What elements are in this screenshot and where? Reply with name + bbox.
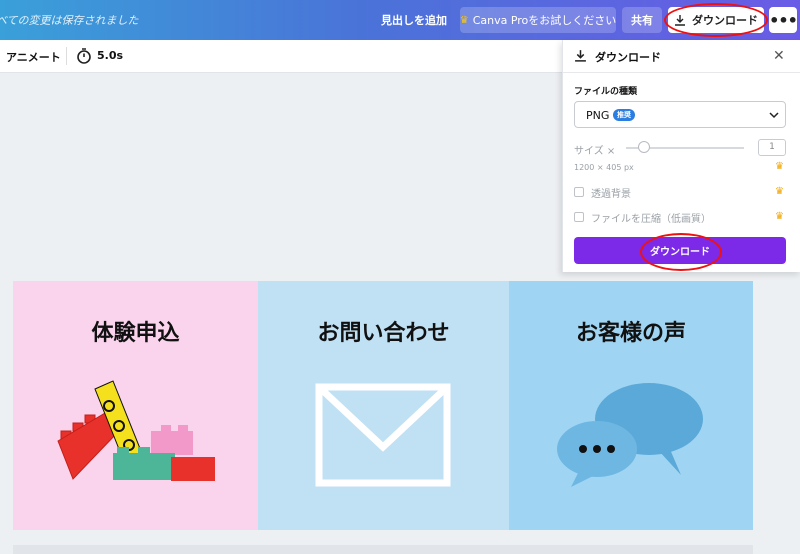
design-canvas[interactable]: 体験申込 お問い合わせ お客様の声 bbox=[13, 281, 753, 530]
chevron-down-icon bbox=[769, 112, 779, 119]
try-pro-label: Canva Proをお試しください bbox=[472, 14, 617, 27]
timer-icon[interactable] bbox=[76, 47, 92, 65]
more-options-button[interactable]: ••• bbox=[769, 7, 798, 33]
pro-crown-icon: ♛ bbox=[775, 161, 784, 172]
compress-option[interactable]: ファイルを圧縮（低画質） bbox=[574, 210, 711, 225]
transparent-bg-option[interactable]: 透過背景 bbox=[574, 185, 631, 200]
card-title: 体験申込 bbox=[91, 321, 180, 346]
pro-crown-icon: ♛ bbox=[775, 211, 784, 222]
download-panel: ダウンロード ✕ ファイルの種類 PNG 推奨 サイズ × 1 ♛ 1200 ×… bbox=[562, 40, 800, 272]
pro-crown-icon: ♛ bbox=[775, 186, 784, 197]
download-button[interactable]: ダウンロード bbox=[668, 7, 764, 33]
size-input[interactable]: 1 bbox=[758, 139, 786, 156]
file-type-value: PNG bbox=[586, 109, 610, 122]
recommended-badge: 推奨 bbox=[613, 109, 635, 121]
close-icon[interactable]: ✕ bbox=[773, 49, 785, 63]
envelope-icon bbox=[315, 383, 451, 487]
add-heading-button[interactable]: 見出しを追加 bbox=[378, 7, 450, 33]
card-contact[interactable]: お問い合わせ bbox=[258, 281, 509, 530]
try-pro-button[interactable]: ♛ Canva Proをお試しください bbox=[460, 7, 616, 33]
lego-blocks-illustration bbox=[57, 380, 215, 481]
download-icon bbox=[675, 15, 685, 26]
crown-icon: ♛ bbox=[459, 14, 469, 26]
transparent-bg-checkbox[interactable] bbox=[574, 187, 584, 197]
file-type-label: ファイルの種類 bbox=[574, 87, 638, 97]
download-button-label: ダウンロード bbox=[692, 14, 758, 27]
card-trial-application[interactable]: 体験申込 bbox=[13, 281, 258, 530]
file-type-select[interactable]: PNG 推奨 bbox=[574, 101, 786, 128]
card-customer-voice[interactable]: お客様の声 bbox=[509, 281, 753, 530]
save-status-text: べての変更は保存されました bbox=[0, 14, 139, 27]
card-title: お客様の声 bbox=[575, 321, 686, 346]
animate-button[interactable]: アニメート bbox=[6, 49, 61, 65]
size-label: サイズ × bbox=[574, 146, 616, 157]
size-slider-thumb[interactable] bbox=[637, 141, 650, 153]
speech-bubbles-icon bbox=[557, 383, 703, 487]
compress-checkbox[interactable] bbox=[574, 212, 584, 222]
subbar-divider bbox=[66, 47, 67, 65]
duration-text[interactable]: 5.0s bbox=[97, 49, 123, 62]
download-panel-header: ダウンロード ✕ bbox=[563, 40, 800, 73]
share-button[interactable]: 共有 bbox=[622, 7, 662, 33]
editor-topbar: べての変更は保存されました 見出しを追加 ♛ Canva Proをお試しください… bbox=[0, 0, 800, 40]
transparent-bg-label: 透過背景 bbox=[591, 188, 631, 200]
next-page-strip bbox=[13, 545, 753, 554]
compress-label: ファイルを圧縮（低画質） bbox=[591, 213, 711, 225]
panel-download-button[interactable]: ダウンロード bbox=[574, 237, 786, 264]
download-icon bbox=[575, 50, 586, 62]
download-panel-title: ダウンロード bbox=[595, 51, 661, 64]
dimensions-text: 1200 × 405 px bbox=[574, 163, 634, 172]
card-title: お問い合わせ bbox=[317, 321, 450, 346]
